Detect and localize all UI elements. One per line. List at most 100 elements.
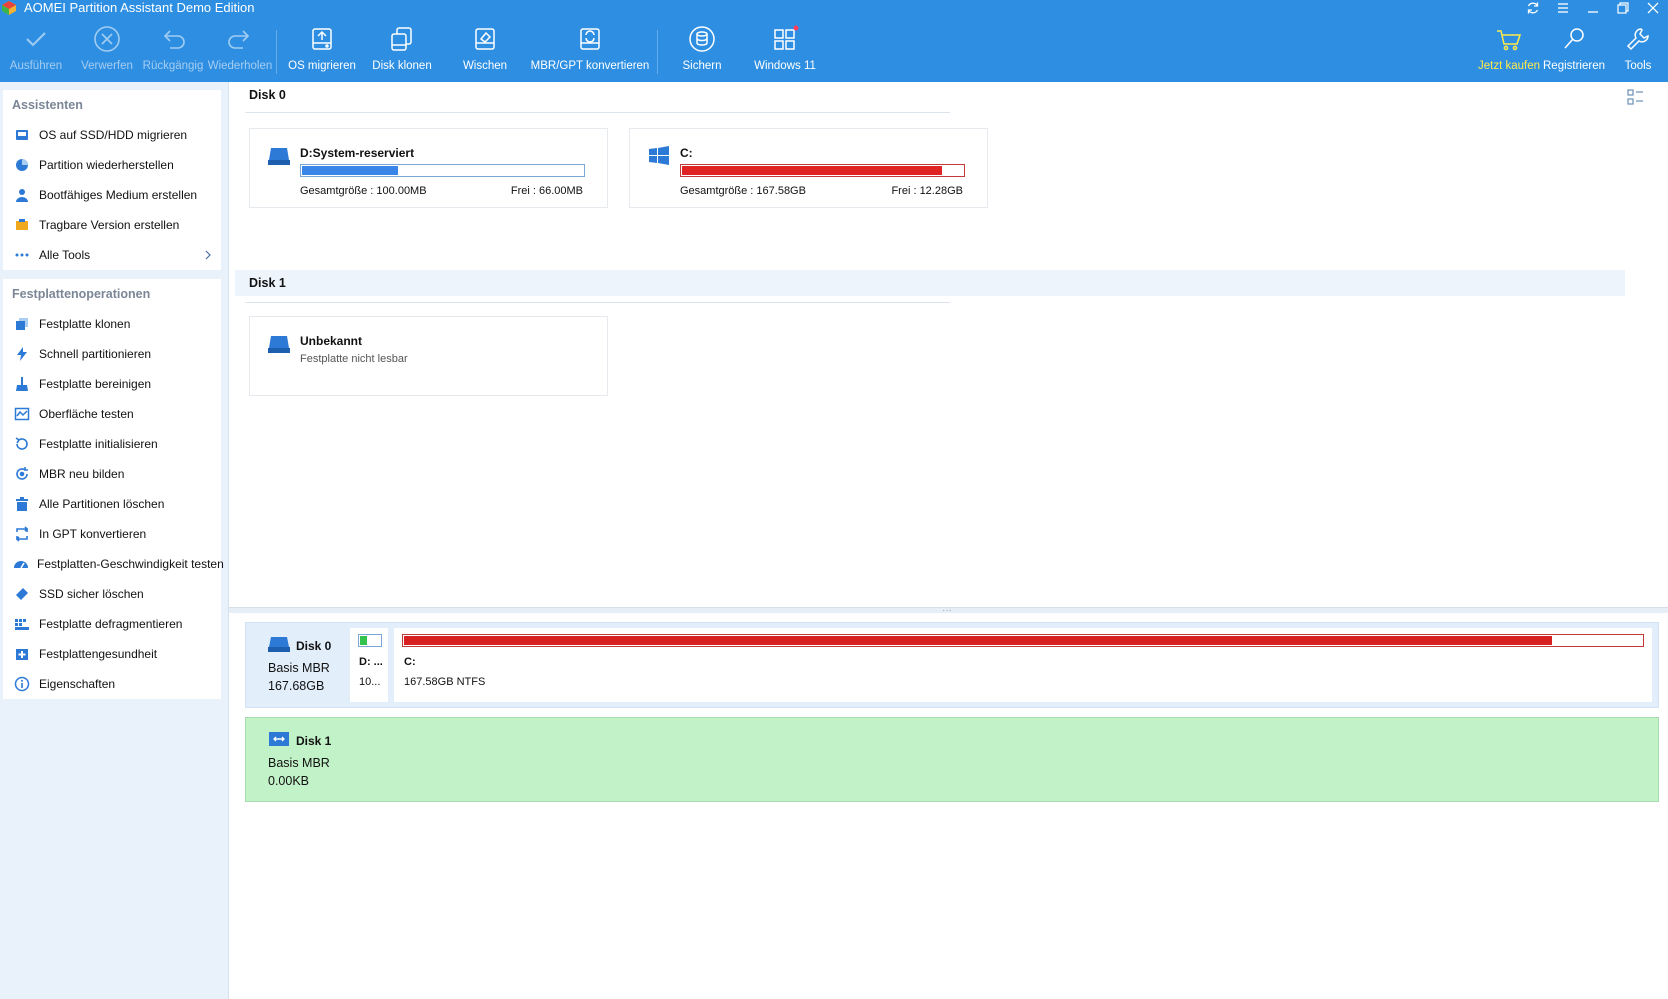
title-toolbar-area: AOMEI Partition Assistant Demo Edition A… (0, 0, 1668, 82)
splitter-grip: ··· (942, 605, 952, 616)
partition-name: D:System-reserviert (300, 146, 415, 160)
cart-icon (1497, 30, 1522, 51)
refresh-icon[interactable] (1518, 0, 1548, 16)
speedometer-icon (13, 555, 29, 573)
partition-status: Festplatte nicht lesbar (300, 353, 408, 365)
close-icon[interactable] (1638, 0, 1668, 16)
partition-free-size: Frei : 12.28GB (891, 185, 963, 197)
windows11-button[interactable]: Windows 11 (752, 22, 818, 80)
diskmap-type: Basis MBR (268, 661, 330, 675)
sidebar-item-all-tools[interactable]: Alle Tools (3, 240, 221, 270)
windows11-icon (774, 25, 799, 50)
disk1-divider (245, 302, 950, 303)
migrate-icon (13, 126, 31, 144)
disk-icon (269, 732, 289, 746)
tools-icon (1626, 28, 1649, 51)
sidebar-item-disk-health[interactable]: Festplattengesundheit (3, 639, 221, 669)
sidebar-item-portable-version[interactable]: Tragbare Version erstellen (3, 210, 221, 240)
portable-icon (13, 216, 31, 234)
backup-icon (689, 26, 715, 52)
backup-button[interactable]: Sichern (672, 22, 732, 80)
rebuild-mbr-icon (13, 465, 31, 483)
disk0-divider (245, 112, 950, 113)
minimize-icon[interactable] (1578, 0, 1608, 16)
convert-mbr-gpt-button[interactable]: MBR/GPT konvertieren (531, 22, 649, 80)
undo-icon (163, 30, 185, 49)
view-toggle-icon[interactable] (1626, 88, 1646, 108)
sidebar-item-migrate-os[interactable]: OS auf SSD/HDD migrieren (3, 120, 221, 150)
sidebar-item-defragment[interactable]: Festplatte defragmentieren (3, 609, 221, 639)
recover-icon (13, 156, 31, 174)
bootable-media-icon (13, 186, 31, 204)
defrag-icon (13, 615, 31, 633)
sidebar-item-convert-gpt[interactable]: In GPT konvertieren (3, 519, 221, 549)
discard-button[interactable]: Verwerfen (76, 22, 138, 80)
sidebar-item-properties[interactable]: Eigenschaften (3, 669, 221, 699)
diskmap-partition-bar (402, 634, 1644, 647)
partition-total-size: Gesamtgröße : 100.00MB (300, 185, 427, 197)
tools-button[interactable]: Tools (1614, 22, 1662, 80)
diskmap-disk0[interactable]: Disk 0 Basis MBR 167.68GB D: ... 10... C… (245, 622, 1659, 708)
sidebar-item-wipe-disk[interactable]: Festplatte bereinigen (3, 369, 221, 399)
restore-icon[interactable] (1608, 0, 1638, 16)
app-logo-icon (2, 1, 16, 15)
partition-free-size: Frei : 66.00MB (510, 185, 583, 197)
partition-usage-bar (300, 164, 585, 177)
check-icon (26, 32, 46, 47)
diskmap-partition-label: D: ... (359, 656, 383, 668)
convert-gpt-icon (13, 525, 31, 543)
diskmap-partition-size: 167.58GB NTFS (404, 676, 486, 688)
sidebar-item-quick-partition[interactable]: Schnell partitionieren (3, 339, 221, 369)
diskmap-disk1[interactable]: Disk 1 Basis MBR 0.00KB (245, 717, 1659, 802)
sidebar-item-rebuild-mbr[interactable]: MBR neu bilden (3, 459, 221, 489)
partition-usage-fill (302, 166, 398, 175)
partition-card-unknown[interactable]: Unbekannt Festplatte nicht lesbar (249, 316, 608, 396)
sidebar-item-speed-test[interactable]: Festplatten-Geschwindigkeit testen (3, 549, 224, 579)
drive-icon (268, 148, 290, 165)
clone-disk-icon (391, 27, 412, 51)
health-icon (13, 645, 31, 663)
menu-icon[interactable] (1548, 0, 1578, 16)
clone-disk-button[interactable]: Disk klonen (372, 22, 432, 80)
diskmap-partition-d[interactable]: D: ... 10... (350, 628, 388, 702)
toolbar: Ausführen Verwerfen Rückgängig Wiederhol… (0, 22, 1668, 80)
register-button[interactable]: Registrieren (1540, 22, 1608, 80)
partition-usage-fill (682, 166, 943, 175)
sidebar-item-recover-partition[interactable]: Partition wiederherstellen (3, 150, 221, 180)
sidebar-item-bootable-media[interactable]: Bootfähiges Medium erstellen (3, 180, 221, 210)
toolbar-separator (657, 30, 658, 74)
discard-icon (94, 26, 120, 52)
assistants-heading: Assistenten (12, 98, 83, 112)
more-icon (13, 246, 31, 264)
convert-icon (580, 28, 600, 50)
buy-now-button[interactable]: Jetzt kaufen (1476, 22, 1542, 80)
sidebar-item-initialize-disk[interactable]: Festplatte initialisieren (3, 429, 221, 459)
sidebar-item-delete-all-partitions[interactable]: Alle Partitionen löschen (3, 489, 221, 519)
migrate-os-button[interactable]: OS migrieren (288, 22, 356, 80)
diskmap-size: 167.68GB (268, 679, 325, 693)
wipe-button[interactable]: Wischen (455, 22, 515, 80)
undo-button[interactable]: Rückgängig (143, 22, 203, 80)
sidebar-item-secure-erase-ssd[interactable]: SSD sicher löschen (3, 579, 221, 609)
sidebar-item-surface-test[interactable]: Oberfläche testen (3, 399, 221, 429)
partition-card-c[interactable]: C: Gesamtgröße : 167.58GB Frei : 12.28GB (629, 128, 988, 208)
partition-card-system-reserved[interactable]: D:System-reserviert Gesamtgröße : 100.00… (249, 128, 608, 208)
diskmap-partition-label: C: (404, 656, 416, 668)
execute-button[interactable]: Ausführen (6, 22, 66, 80)
diskmap-partition-size: 10... (359, 676, 381, 688)
diskmap-partition-c[interactable]: C: 167.58GB NTFS (394, 628, 1652, 702)
disk1-heading: Disk 1 (235, 270, 1625, 296)
assistants-panel: Assistenten OS auf SSD/HDD migrieren Par… (3, 90, 221, 270)
info-icon (13, 675, 31, 693)
disk-operations-heading: Festplattenoperationen (12, 287, 151, 301)
window-controls (1518, 0, 1668, 16)
disk-icon (268, 637, 290, 652)
initialize-icon (13, 435, 31, 453)
drive-icon (268, 336, 290, 353)
diskmap-partition-fill (360, 636, 367, 645)
title-row: AOMEI Partition Assistant Demo Edition (0, 0, 1668, 16)
sidebar-item-clone-disk[interactable]: Festplatte klonen (3, 309, 221, 339)
redo-icon (228, 30, 250, 49)
redo-button[interactable]: Wiederholen (208, 22, 272, 80)
pane-splitter[interactable]: ··· (229, 605, 1668, 616)
